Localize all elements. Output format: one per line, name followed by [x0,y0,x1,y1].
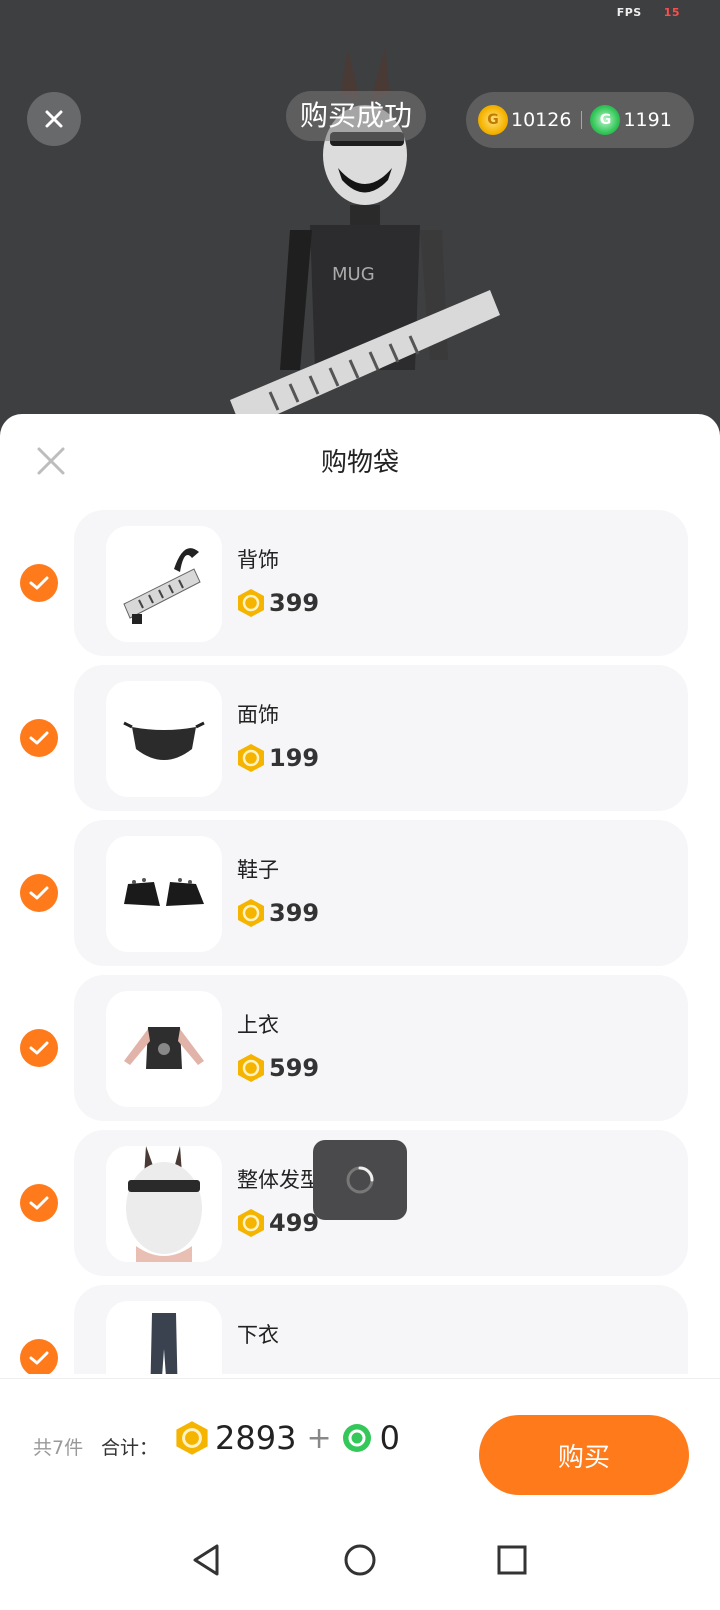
recents-square-icon [497,1545,527,1575]
back-button[interactable] [186,1540,226,1580]
item-thumbnail [106,1146,222,1262]
item-name: 背饰 [237,548,279,572]
system-nav-bar [0,1510,720,1610]
gold-coin-icon [238,1054,264,1082]
gold-coin-icon [238,1209,264,1237]
item-price: 499 [237,1208,319,1238]
fps-label: FPS [616,6,642,19]
cart-item[interactable]: 下衣 [0,1285,720,1374]
item-card[interactable]: 上衣 599 [74,975,688,1121]
cart-item[interactable]: 背饰 399 [0,510,720,656]
home-button[interactable] [340,1540,380,1580]
item-card[interactable]: 鞋子 399 [74,820,688,966]
item-thumbnail [106,526,222,642]
gold-coin-icon: G [478,105,508,135]
mask-icon [123,721,205,760]
item-checkbox[interactable] [20,874,58,912]
keytar-icon [123,548,201,624]
green-total: 0 [379,1419,400,1457]
price-value: 599 [269,1054,320,1082]
item-checkbox[interactable] [20,564,58,602]
cart-item[interactable]: 面饰 199 [0,665,720,811]
gold-balance: 10126 [511,109,572,131]
green-coin-icon: G [590,105,621,135]
checkmark-icon [29,576,49,590]
item-name: 上衣 [237,1013,279,1037]
item-price: 399 [237,898,319,928]
close-preview-button[interactable] [27,92,81,146]
item-count: 共7件 [33,1437,84,1459]
total-label: 合计： [101,1437,159,1459]
item-checkbox[interactable] [20,1184,58,1222]
fps-value: 15 [663,6,680,19]
item-price: 599 [237,1053,319,1083]
svg-text:MUG: MUG [332,264,375,285]
top-icon [124,1027,204,1069]
total-price: 2893 + 0 [175,1419,400,1457]
spinner-icon [346,1166,374,1194]
price-value: 399 [269,899,320,927]
item-name: 面饰 [237,703,279,727]
item-name: 下衣 [237,1323,279,1347]
item-name: 鞋子 [237,858,279,882]
item-price: 199 [237,743,319,773]
balance-divider [581,111,583,129]
item-thumbnail [106,836,222,952]
avatar-preview-scene: FPS 15 MUG 购买成功 G 10126 G 1191 [0,0,720,440]
green-balance: 1191 [623,109,672,131]
checkmark-icon [29,731,49,745]
price-value: 199 [269,744,320,772]
item-card[interactable]: 面饰 199 [74,665,688,811]
gold-coin-icon [238,744,264,772]
checkmark-icon [29,1351,49,1365]
pants-icon [150,1313,178,1374]
gold-total: 2893 [215,1419,297,1457]
checkmark-icon [29,886,49,900]
item-price: 399 [237,588,319,618]
loading-spinner [313,1140,407,1220]
currency-balance[interactable]: G 10126 G 1191 [466,92,694,148]
item-name: 整体发型 [237,1168,321,1192]
checkmark-icon [29,1196,49,1210]
close-icon [45,110,63,128]
item-checkbox[interactable] [20,1029,58,1067]
item-thumbnail [106,681,222,797]
gold-coin-icon [176,1421,208,1455]
item-thumbnail [106,1301,222,1374]
back-triangle-icon [193,1544,219,1576]
item-card[interactable]: 背饰 399 [74,510,688,656]
plus-sign: + [306,1420,332,1456]
item-checkbox[interactable] [20,719,58,757]
shoes-icon [124,878,204,906]
cart-item[interactable]: 鞋子 399 [0,820,720,966]
green-coin-icon [342,1424,371,1452]
recents-button[interactable] [492,1540,532,1580]
purchase-success-toast: 购买成功 [286,91,427,141]
cart-item-list[interactable]: 背饰 399 面饰 199 鞋子 399 上衣 599 整体发型 499 下衣 [0,510,720,1374]
hair-icon [126,1146,202,1262]
checkout-bar: 共7件 合计： 2893 + 0 购买 [0,1378,720,1495]
checkmark-icon [29,1041,49,1055]
item-card[interactable]: 下衣 [74,1285,688,1374]
item-thumbnail [106,991,222,1107]
fps-counter: FPS 15 [617,6,680,19]
gold-coin-icon [238,589,264,617]
gold-coin-icon [238,899,264,927]
price-value: 399 [269,589,320,617]
price-value: 499 [269,1209,320,1237]
buy-button[interactable]: 购买 [479,1415,689,1495]
item-checkbox[interactable] [20,1339,58,1374]
cart-item[interactable]: 上衣 599 [0,975,720,1121]
sheet-title: 购物袋 [320,448,399,478]
home-circle-icon [344,1544,376,1576]
